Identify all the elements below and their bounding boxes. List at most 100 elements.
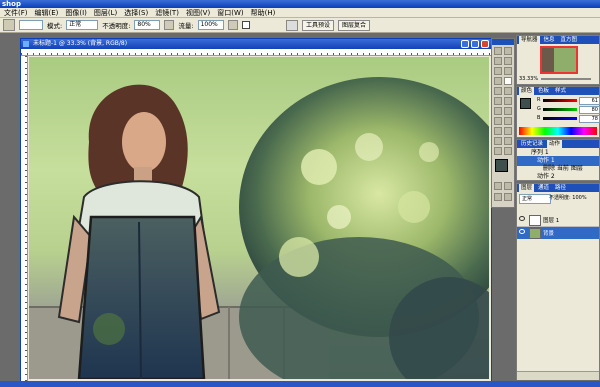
tab-swatches[interactable]: 色板 bbox=[536, 87, 551, 95]
tab-actions[interactable]: 动作 bbox=[547, 140, 563, 148]
hand-tool-icon[interactable] bbox=[494, 147, 502, 155]
b-slider[interactable] bbox=[543, 117, 577, 120]
menu-filter[interactable]: 滤镜(T) bbox=[155, 8, 179, 18]
vertical-ruler[interactable] bbox=[21, 56, 28, 381]
menu-edit[interactable]: 编辑(E) bbox=[35, 8, 59, 18]
opacity-label: 不透明度: bbox=[102, 22, 131, 30]
brush-preset-field[interactable] bbox=[19, 20, 43, 30]
r-label: R bbox=[537, 97, 541, 103]
menu-help[interactable]: 帮助(H) bbox=[251, 8, 276, 18]
path-select-tool-icon[interactable] bbox=[494, 117, 502, 125]
quickmask-on-icon[interactable] bbox=[504, 182, 512, 190]
toolbox bbox=[491, 38, 515, 208]
type-tool-icon[interactable] bbox=[504, 117, 512, 125]
layer-opacity[interactable]: 不透明度: 100% bbox=[549, 194, 587, 201]
options-bar: 模式: 正常 不透明度: 80% 流量: 100% 工具预设 图层复合 bbox=[0, 18, 600, 33]
layer-row[interactable]: 图层 1 bbox=[517, 214, 599, 227]
layer-thumbnail bbox=[529, 215, 541, 226]
menu-view[interactable]: 视图(V) bbox=[186, 8, 210, 18]
tab-histogram[interactable]: 直方图 bbox=[559, 36, 580, 44]
menu-select[interactable]: 选择(S) bbox=[124, 8, 148, 18]
action-item[interactable]: 动作 2 bbox=[517, 172, 599, 182]
tab-channels[interactable]: 通道 bbox=[536, 184, 551, 192]
shape-tool-icon[interactable] bbox=[504, 127, 512, 135]
dodge-tool-icon[interactable] bbox=[504, 107, 512, 115]
pen-tool-icon[interactable] bbox=[494, 127, 502, 135]
marquee-tool-icon[interactable] bbox=[494, 47, 502, 55]
stamp-tool-icon[interactable] bbox=[494, 87, 502, 95]
g-label: G bbox=[537, 106, 541, 112]
zoom-tool-icon[interactable] bbox=[504, 147, 512, 155]
menu-bar: 文件(F) 编辑(E) 图像(I) 图层(L) 选择(S) 滤镜(T) 视图(V… bbox=[0, 8, 600, 18]
tab-tool-presets[interactable]: 工具预设 bbox=[301, 19, 334, 31]
navigator-zoom-slider[interactable] bbox=[541, 78, 591, 80]
opacity-field[interactable]: 80% bbox=[134, 20, 161, 30]
mode-select[interactable]: 正常 bbox=[66, 20, 99, 30]
minimize-button[interactable] bbox=[461, 40, 469, 48]
visibility-eye-icon[interactable] bbox=[519, 229, 525, 234]
screen-mode-icon[interactable] bbox=[494, 193, 502, 201]
lasso-tool-icon[interactable] bbox=[494, 57, 502, 65]
quickmask-off-icon[interactable] bbox=[494, 182, 502, 190]
document-window: 未标题-1 @ 33.3% (背景, RGB/8) bbox=[20, 38, 492, 382]
visibility-eye-icon[interactable] bbox=[519, 216, 525, 221]
gradient-tool-icon[interactable] bbox=[504, 97, 512, 105]
close-button[interactable] bbox=[481, 40, 489, 48]
menu-layer[interactable]: 图层(L) bbox=[94, 8, 117, 18]
menu-image[interactable]: 图像(I) bbox=[65, 8, 87, 18]
b-value[interactable]: 78 bbox=[579, 115, 600, 123]
color-panel-foreground-swatch[interactable] bbox=[520, 98, 531, 109]
brush-tool-icon[interactable] bbox=[3, 19, 15, 31]
brush-tool-icon-toolbox[interactable] bbox=[504, 77, 512, 85]
g-slider[interactable] bbox=[543, 108, 577, 111]
layers-tabs: 图层 通道 路径 bbox=[517, 184, 599, 192]
menu-window[interactable]: 窗口(W) bbox=[217, 8, 243, 18]
maximize-button[interactable] bbox=[471, 40, 479, 48]
notes-tool-icon[interactable] bbox=[494, 137, 502, 145]
navigator-tabs: 导航器 信息 直方图 bbox=[517, 36, 599, 44]
menu-file[interactable]: 文件(F) bbox=[4, 8, 28, 18]
blur-tool-icon[interactable] bbox=[494, 107, 502, 115]
tab-styles[interactable]: 样式 bbox=[553, 87, 568, 95]
color-ramp[interactable] bbox=[519, 127, 597, 135]
navigator-zoom[interactable]: 33.33% bbox=[519, 76, 538, 82]
document-title-bar[interactable]: 未标题-1 @ 33.3% (背景, RGB/8) bbox=[21, 39, 491, 49]
flow-field[interactable]: 100% bbox=[197, 20, 224, 30]
foreground-color-swatch[interactable] bbox=[495, 159, 508, 172]
navigator-thumbnail[interactable] bbox=[540, 46, 578, 74]
auto-erase-checkbox[interactable] bbox=[241, 21, 250, 29]
eraser-tool-icon[interactable] bbox=[494, 97, 502, 105]
layer-row[interactable]: 背景 bbox=[517, 227, 599, 239]
tab-info[interactable]: 信息 bbox=[542, 36, 557, 44]
healing-tool-icon[interactable] bbox=[494, 77, 502, 85]
blend-mode-select[interactable]: 正常 bbox=[519, 194, 551, 204]
palette-well-icon[interactable] bbox=[285, 19, 298, 31]
airbrush-icon[interactable] bbox=[164, 20, 175, 30]
navigator-panel: 导航器 信息 直方图 33.33% bbox=[516, 35, 600, 85]
g-value[interactable]: 80 bbox=[579, 106, 600, 114]
horizontal-ruler[interactable] bbox=[21, 49, 491, 56]
airbrush-toggle-icon[interactable] bbox=[227, 20, 238, 30]
jump-to-icon[interactable] bbox=[504, 193, 512, 201]
crop-tool-icon[interactable] bbox=[494, 67, 502, 75]
color-tabs: 颜色 色板 样式 bbox=[517, 87, 599, 95]
layer-name: 背景 bbox=[543, 231, 555, 237]
slice-tool-icon[interactable] bbox=[504, 67, 512, 75]
r-value[interactable]: 61 bbox=[579, 97, 600, 105]
eyedropper-tool-icon[interactable] bbox=[504, 137, 512, 145]
tab-history[interactable]: 历史记录 bbox=[519, 140, 545, 148]
tab-layers[interactable]: 图层 bbox=[519, 184, 535, 192]
document-title: 未标题-1 @ 33.3% (背景, RGB/8) bbox=[33, 40, 128, 47]
action-item-label: 动作 2 bbox=[537, 173, 555, 180]
magic-wand-tool-icon[interactable] bbox=[504, 57, 512, 65]
tab-navigator[interactable]: 导航器 bbox=[519, 36, 540, 44]
history-brush-tool-icon[interactable] bbox=[504, 87, 512, 95]
canvas[interactable] bbox=[29, 57, 489, 379]
move-tool-icon[interactable] bbox=[504, 47, 512, 55]
flow-label: 流量: bbox=[178, 22, 194, 30]
tab-color[interactable]: 颜色 bbox=[519, 87, 535, 95]
tab-layer-comps[interactable]: 图层复合 bbox=[337, 19, 370, 31]
color-panel: 颜色 色板 样式 R 61 G 80 B 78 bbox=[516, 86, 600, 138]
r-slider[interactable] bbox=[543, 99, 577, 102]
tab-paths[interactable]: 路径 bbox=[553, 184, 568, 192]
